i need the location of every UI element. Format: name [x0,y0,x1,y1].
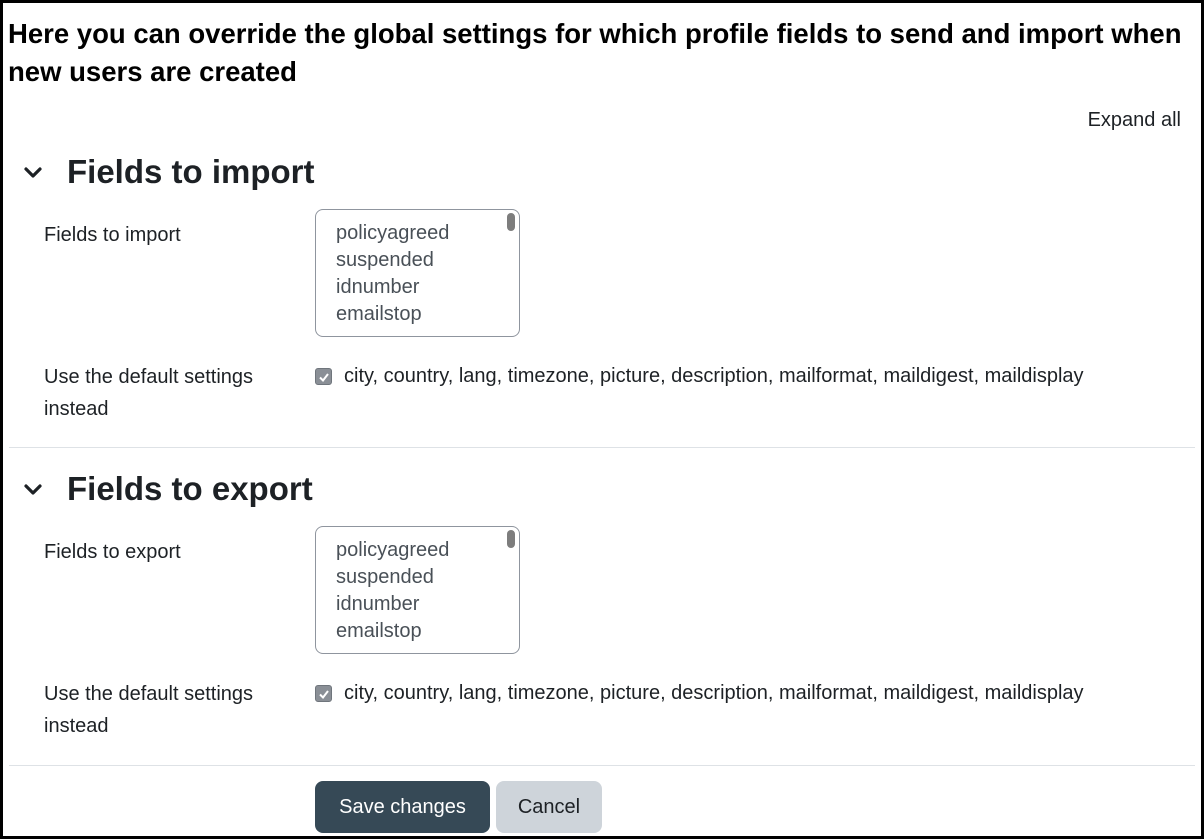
export-use-default-row: city, country, lang, timezone, picture, … [315,682,1084,705]
export-use-default-label: Use the default settings instead [44,683,254,737]
list-item[interactable]: policyagreed [336,537,449,564]
save-changes-button[interactable]: Save changes [315,781,490,833]
list-item[interactable]: suspended [336,564,434,591]
list-item[interactable]: idnumber [336,274,419,301]
fields-to-export-select[interactable]: policyagreed suspended idnumber emailsto… [315,526,520,654]
import-use-default-row: city, country, lang, timezone, picture, … [315,365,1084,388]
list-item[interactable]: idnumber [336,591,419,618]
section-divider [9,447,1195,448]
section-divider [9,765,1195,766]
fields-to-export-label: Fields to export [44,541,181,563]
section-header-export[interactable]: Fields to export [21,469,313,509]
scrollbar-thumb[interactable] [507,213,515,231]
fields-to-import-select[interactable]: policyagreed suspended idnumber emailsto… [315,209,520,337]
checkmark-icon [318,372,329,382]
scrollbar-thumb[interactable] [507,530,515,548]
page-heading: Here you can override the global setting… [8,18,1182,87]
import-use-default-label: Use the default settings instead [44,366,254,420]
settings-form: Here you can override the global setting… [0,0,1204,839]
section-title-export: Fields to export [67,470,313,507]
fields-to-import-label: Fields to import [44,224,181,246]
expand-all-link[interactable]: Expand all [1088,109,1181,132]
section-header-import[interactable]: Fields to import [21,152,315,192]
list-item[interactable]: emailstop [336,301,422,328]
checkmark-icon [318,689,329,699]
chevron-down-icon [24,167,42,178]
import-default-fields-text: city, country, lang, timezone, picture, … [344,365,1084,387]
import-use-default-checkbox[interactable] [315,368,332,385]
cancel-button[interactable]: Cancel [496,781,602,833]
list-item[interactable]: policyagreed [336,220,449,247]
chevron-down-icon [24,484,42,495]
export-default-fields-text: city, country, lang, timezone, picture, … [344,682,1084,704]
list-item[interactable]: emailstop [336,618,422,645]
section-title-import: Fields to import [67,153,315,190]
export-use-default-checkbox[interactable] [315,685,332,702]
list-item[interactable]: suspended [336,247,434,274]
